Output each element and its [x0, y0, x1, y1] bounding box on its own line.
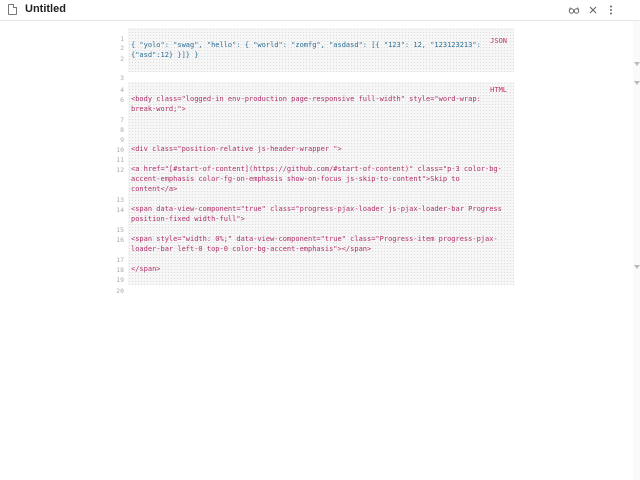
line-number: 6 — [120, 96, 124, 104]
html-code-line[interactable]: <span style="width: 0%;" data-view-compo… — [131, 234, 509, 254]
scroll-marker-icon — [634, 62, 640, 66]
html-language-label: HTML — [490, 86, 507, 94]
line-number: 11 — [116, 156, 124, 164]
html-code-line[interactable]: <div class="position-relative js-header-… — [131, 144, 509, 154]
line-number: 9 — [120, 136, 124, 144]
line-number: 15 — [116, 226, 124, 234]
line-number: 13 — [116, 196, 124, 204]
line-number: 20 — [116, 287, 124, 295]
line-number: 10 — [116, 146, 124, 154]
line-number: 2 — [120, 44, 124, 52]
line-number: 2 — [120, 55, 124, 63]
html-code-line[interactable]: </span> — [131, 264, 509, 274]
scroll-marker-icon — [634, 81, 640, 85]
code-text: { "yolo": "swag", "hello": { "world": "z… — [131, 41, 486, 59]
line-number: 4 — [120, 86, 124, 94]
line-number: 19 — [116, 276, 124, 284]
json-code-line[interactable]: { "yolo": "swag", "hello": { "world": "z… — [131, 40, 509, 60]
title-bar: Untitled — [0, 0, 640, 21]
scroll-marker-icon — [634, 265, 640, 269]
glasses-icon[interactable] — [568, 4, 580, 16]
line-number: 18 — [116, 266, 124, 274]
code-text: </span> — [131, 265, 161, 273]
line-number: 14 — [116, 206, 124, 214]
line-number: 17 — [116, 256, 124, 264]
line-number: 12 — [116, 166, 124, 174]
line-number: 1 — [120, 35, 124, 43]
html-code-line[interactable]: <span data-view-component="true" class="… — [131, 204, 509, 224]
code-text: <div class="position-relative js-header-… — [131, 145, 342, 153]
more-icon[interactable] — [605, 4, 617, 16]
html-code-line[interactable]: <body class="logged-in env-production pa… — [131, 94, 509, 114]
html-code-line[interactable]: <a href="[#start-of-content](https://git… — [131, 164, 509, 194]
line-number: 3 — [120, 74, 124, 82]
close-icon[interactable] — [587, 4, 599, 16]
line-number: 16 — [116, 236, 124, 244]
code-text: <span style="width: 0%;" data-view-compo… — [131, 235, 498, 253]
code-text: <a href="[#start-of-content](https://git… — [131, 165, 502, 193]
vertical-scrollbar[interactable] — [633, 21, 640, 480]
code-text: <body class="logged-in env-production pa… — [131, 95, 486, 113]
code-text: <span data-view-component="true" class="… — [131, 205, 507, 223]
editor-area[interactable]: JSON 1 2 { "yolo": "swag", "hello": { "w… — [0, 21, 633, 480]
document-title[interactable]: Untitled — [25, 3, 66, 15]
document-icon — [8, 4, 17, 15]
line-number: 7 — [120, 116, 124, 124]
line-number: 8 — [120, 126, 124, 134]
